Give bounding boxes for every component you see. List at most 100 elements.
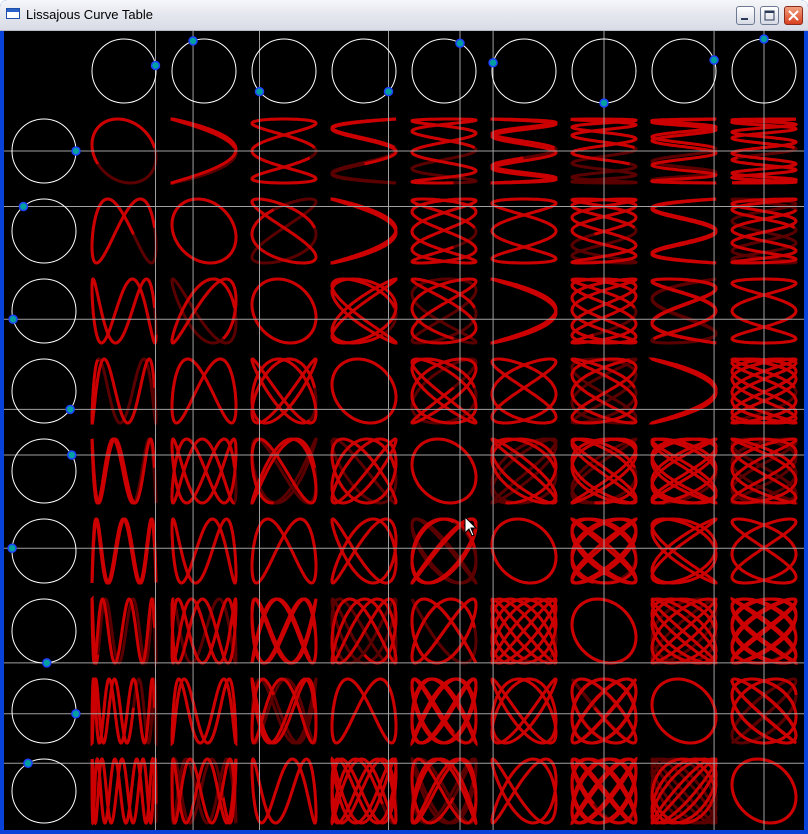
lissajous-curve	[410, 597, 478, 665]
lissajous-curve	[490, 677, 558, 745]
curve-trail	[650, 277, 718, 345]
row-dot	[23, 758, 33, 769]
minimize-button[interactable]	[736, 6, 755, 25]
lissajous-curve	[170, 197, 238, 265]
lissajous-curve	[650, 597, 718, 665]
column-dot	[455, 38, 465, 49]
lissajous-curve	[170, 357, 238, 425]
lissajous-curve	[490, 597, 558, 665]
curve-trail	[250, 197, 318, 265]
row-circle	[11, 678, 77, 744]
row-dot	[7, 543, 17, 553]
column-dot	[188, 36, 198, 46]
lissajous-curve	[90, 197, 157, 265]
column-dot	[599, 98, 609, 108]
curve-trail	[410, 277, 478, 345]
curve-trail	[490, 357, 558, 425]
row-circle	[11, 518, 77, 584]
curve-trail	[330, 357, 398, 425]
curve-trail	[650, 197, 718, 265]
curve-trail	[490, 517, 558, 585]
column-circle	[651, 38, 717, 104]
curve-trail	[170, 437, 238, 505]
curve-trail	[90, 197, 158, 265]
lissajous-curve	[650, 197, 718, 265]
lissajous-curve	[330, 197, 398, 265]
lissajous-curve	[90, 517, 158, 585]
lissajous-curve	[330, 357, 398, 425]
curve-trail	[410, 437, 478, 505]
lissajous-curve	[250, 757, 318, 825]
app-window: Lissajous Curve Table	[0, 0, 808, 834]
column-dot	[709, 55, 719, 65]
lissajous-curve	[250, 197, 318, 265]
close-icon	[788, 10, 799, 21]
curve-trail	[650, 677, 718, 745]
row-circle	[11, 358, 77, 424]
lissajous-curve	[330, 756, 398, 826]
row-dot	[8, 314, 18, 325]
row-dot	[65, 404, 75, 415]
lissajous-curve	[330, 517, 398, 585]
column-circle	[171, 38, 237, 104]
lissajous-curve	[330, 277, 398, 345]
lissajous-curve	[650, 277, 718, 345]
lissajous-curve	[650, 437, 718, 505]
lissajous-curve	[490, 357, 558, 425]
column-dot	[759, 34, 769, 44]
lissajous-curve	[330, 117, 398, 166]
lissajous-curve	[490, 277, 558, 345]
column-circle	[91, 38, 157, 104]
row-circle	[11, 758, 77, 824]
maximize-button[interactable]	[760, 6, 779, 25]
column-dot	[150, 60, 161, 71]
mouse-pointer-icon	[464, 516, 478, 537]
curve-trail	[170, 357, 238, 425]
lissajous-curve	[490, 757, 558, 825]
row-dot	[71, 709, 81, 719]
column-dot	[488, 57, 498, 68]
curve-trail	[250, 517, 318, 585]
app-window-icon	[6, 8, 20, 19]
lissajous-curve	[650, 517, 718, 585]
lissajous-curve	[490, 197, 558, 265]
lissajous-curve	[648, 357, 718, 425]
lissajous-curve	[250, 277, 318, 345]
lissajous-table	[4, 31, 804, 830]
lissajous-curve	[410, 357, 478, 425]
curve-trail	[330, 677, 398, 745]
lissajous-curve	[650, 757, 718, 825]
column-circle	[411, 38, 477, 104]
lissajous-curve	[90, 756, 158, 826]
row-circle	[11, 438, 77, 504]
lissajous-curve	[330, 677, 398, 745]
curve-trail	[250, 277, 318, 345]
lissajous-curve	[250, 677, 318, 745]
curve-trail	[170, 677, 238, 747]
canvas-area[interactable]	[4, 31, 804, 830]
close-button[interactable]	[784, 6, 803, 25]
lissajous-curve	[250, 597, 318, 665]
lissajous-curve	[90, 277, 158, 345]
row-dot	[42, 658, 52, 668]
lissajous-curve	[250, 517, 318, 585]
lissajous-curve	[410, 437, 478, 505]
row-dot	[71, 146, 81, 156]
row-circle	[11, 598, 77, 664]
lissajous-curve	[410, 197, 478, 265]
row-circle	[11, 278, 77, 344]
lissajous-curve	[330, 437, 398, 505]
lissajous-curve	[250, 357, 318, 425]
window-title: Lissajous Curve Table	[26, 7, 153, 22]
lissajous-curve	[410, 277, 478, 345]
row-dot	[18, 201, 29, 212]
lissajous-curve	[170, 677, 238, 747]
maximize-icon	[764, 10, 775, 21]
lissajous-curve	[410, 677, 478, 747]
lissajous-curve	[490, 517, 558, 585]
minimize-icon	[741, 18, 748, 20]
lissajous-curve	[170, 517, 238, 585]
column-dot	[254, 86, 265, 97]
column-dot	[383, 86, 394, 97]
title-bar[interactable]: Lissajous Curve Table	[0, 0, 808, 31]
